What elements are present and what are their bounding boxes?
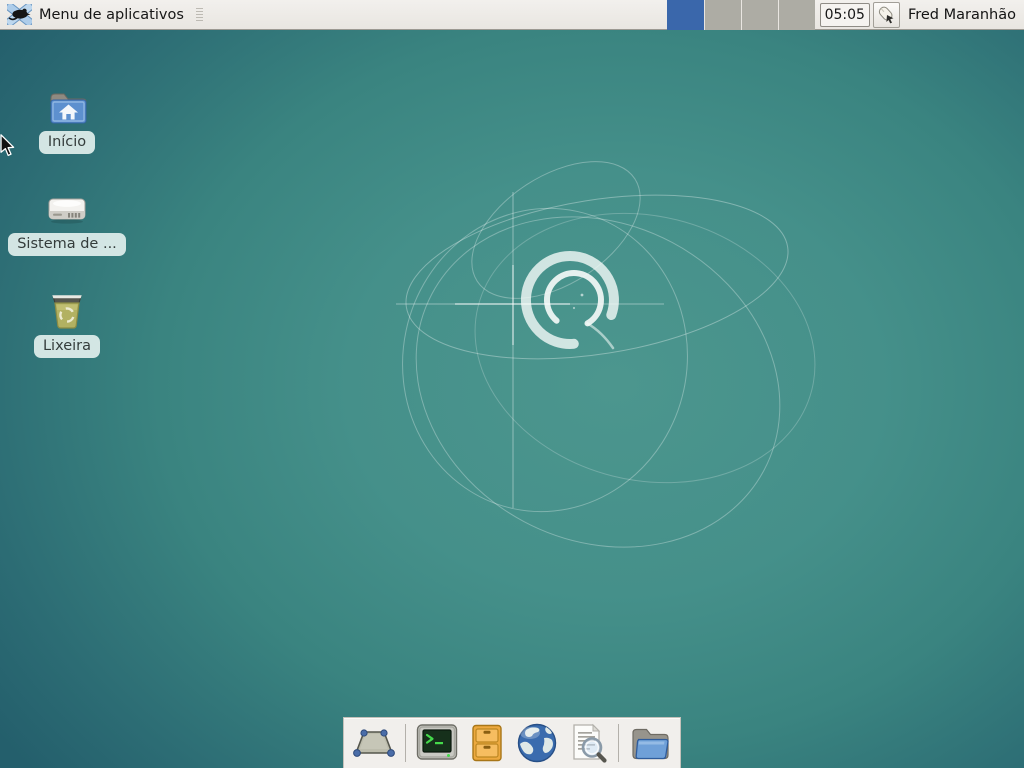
workspace-3[interactable] <box>741 0 778 30</box>
show-desktop-button[interactable] <box>351 720 397 766</box>
dock-separator <box>405 724 406 762</box>
workspace-4[interactable] <box>778 0 815 30</box>
filesystem-drive-icon <box>44 190 90 228</box>
tray-button[interactable] <box>873 2 900 28</box>
dock-separator <box>618 724 619 762</box>
file-search-icon <box>566 722 608 764</box>
show-desktop-icon <box>352 725 396 761</box>
logged-in-user: Fred Maranhão <box>908 7 1016 23</box>
folder-launcher[interactable] <box>627 720 673 766</box>
terminal-icon <box>415 723 459 763</box>
file-manager-launcher[interactable] <box>464 720 510 766</box>
desktop-icon-label: Início <box>39 131 95 154</box>
applications-menu-label: Menu de aplicativos <box>39 7 184 23</box>
workspace-switcher <box>667 0 815 30</box>
debian-swirl-wallpaper <box>0 30 1024 768</box>
mouse-pointer-tray-icon <box>876 5 896 25</box>
workspace-2[interactable] <box>704 0 741 30</box>
launcher-dock <box>343 717 681 768</box>
folder-icon <box>628 724 672 762</box>
workspace-1[interactable] <box>667 0 704 30</box>
panel-handle <box>196 8 203 22</box>
file-manager-icon <box>467 723 507 763</box>
desktop-icon-filesystem[interactable]: Sistema de ... <box>15 188 119 256</box>
desktop-icon-trash[interactable]: Lixeira <box>15 290 119 358</box>
desktop-icon-home[interactable]: Início <box>15 86 119 154</box>
web-browser-icon <box>516 722 558 764</box>
desktop-icon-label: Lixeira <box>34 335 100 358</box>
desktop-icon-label: Sistema de ... <box>8 233 126 256</box>
debian-xfce-desktop: Menu de aplicativos 05:05 Fred Maranhão <box>0 0 1024 768</box>
clock-time: 05:05 <box>825 7 865 23</box>
top-panel: Menu de aplicativos 05:05 Fred Maranhão <box>0 0 1024 30</box>
xfce-mouse-logo-icon <box>7 4 32 25</box>
applications-menu-button[interactable]: Menu de aplicativos <box>0 0 192 29</box>
mouse-cursor <box>0 134 17 159</box>
trash-icon <box>46 290 88 330</box>
home-folder-icon <box>47 90 87 126</box>
web-browser-launcher[interactable] <box>514 720 560 766</box>
terminal-launcher[interactable] <box>414 720 460 766</box>
desktop-area[interactable]: Início Sistema de ... <box>0 30 1024 768</box>
file-search-launcher[interactable] <box>564 720 610 766</box>
clock[interactable]: 05:05 <box>820 3 870 27</box>
